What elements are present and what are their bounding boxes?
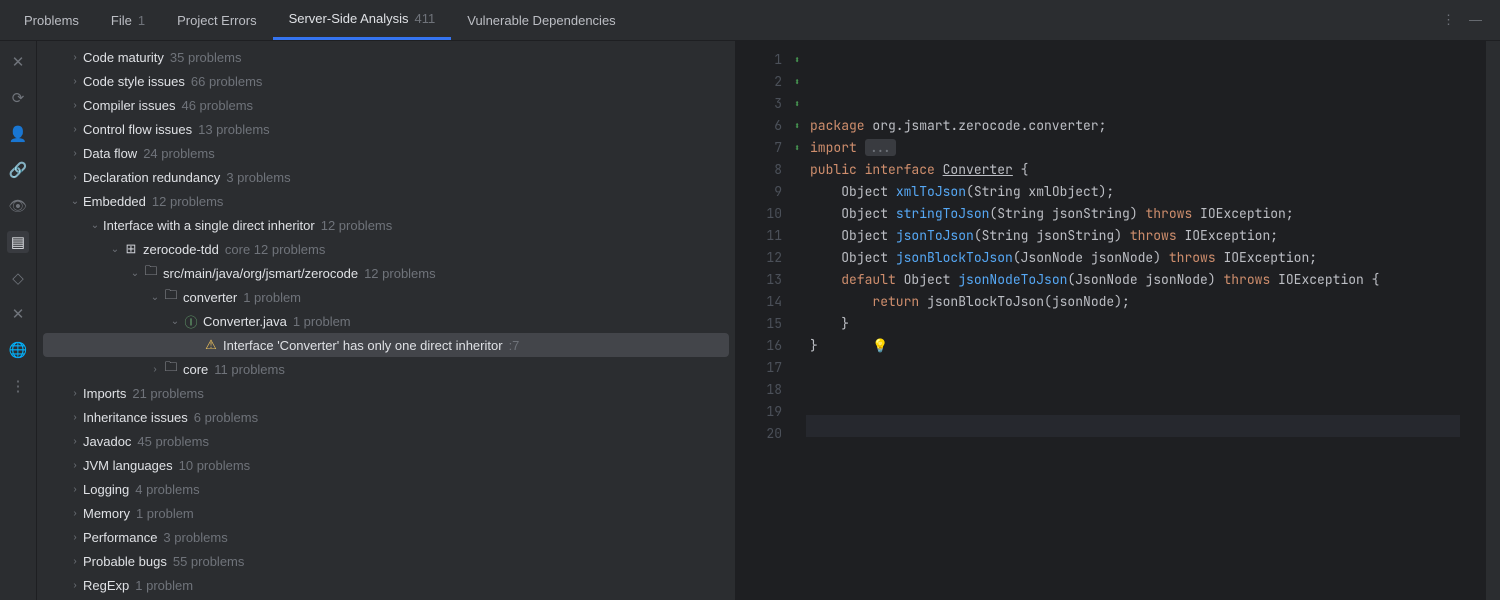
chevron-icon[interactable]: ⌄ (87, 220, 103, 231)
collapse-icon[interactable]: ✕ (7, 303, 29, 325)
tab-problems[interactable]: Problems (8, 0, 95, 40)
chevron-icon[interactable]: ⌄ (67, 196, 83, 207)
chevron-icon[interactable]: ⌄ (127, 268, 143, 279)
refresh-icon[interactable]: ⟳ (7, 87, 29, 109)
minimize-icon[interactable]: — (1469, 12, 1482, 28)
tab-vulnerable-dependencies[interactable]: Vulnerable Dependencies (451, 0, 631, 40)
chevron-icon[interactable]: › (67, 532, 83, 543)
chevron-icon[interactable]: › (67, 484, 83, 495)
person-icon[interactable]: 👤 (7, 123, 29, 145)
web-icon[interactable]: 🌐 (7, 339, 29, 361)
tool-rail: ✕ ⟳ 👤 🔗 👁 ▤ ◇ ✕ 🌐 ⋮ (0, 41, 37, 600)
tree-row[interactable]: ›Inheritance issues6 problems (37, 405, 735, 429)
tree-row[interactable]: ⌄Embedded12 problems (37, 189, 735, 213)
chevron-icon[interactable]: › (67, 388, 83, 399)
tree-row[interactable]: ⌄Interface with a single direct inherito… (37, 213, 735, 237)
kebab-icon[interactable]: ⋮ (1442, 12, 1455, 28)
tree-row[interactable]: ⌄🗀converter1 problem (37, 285, 735, 309)
tree-row[interactable]: ›Imports21 problems (37, 381, 735, 405)
tree-row[interactable]: ⌄ⒾConverter.java1 problem (37, 309, 735, 333)
tree-row[interactable]: ›Control flow issues13 problems (37, 117, 735, 141)
chevron-icon[interactable]: › (67, 580, 83, 591)
chevron-icon[interactable]: › (67, 52, 83, 63)
close-icon[interactable]: ✕ (7, 51, 29, 73)
eye-icon[interactable]: 👁 (7, 195, 29, 217)
tree-row[interactable]: ›Performance3 problems (37, 525, 735, 549)
preview-icon[interactable]: ▤ (7, 231, 29, 253)
tree-row[interactable]: ⚠Interface 'Converter' has only one dire… (43, 333, 729, 357)
chevron-icon[interactable]: › (67, 460, 83, 471)
tab-file[interactable]: File1 (95, 0, 161, 40)
code-area[interactable]: package org.jsmart.zerocode.converter;im… (806, 41, 1500, 600)
tab-server-side-analysis[interactable]: Server-Side Analysis411 (273, 0, 452, 40)
chevron-icon[interactable]: › (67, 148, 83, 159)
editor[interactable]: 12367891011121314151617181920 ⬍⬍⬍⬍⬍ pack… (736, 41, 1500, 600)
tab-bar: ProblemsFile1Project ErrorsServer-Side A… (0, 0, 1500, 41)
chevron-icon[interactable]: › (67, 556, 83, 567)
tree-row[interactable]: ›Code style issues66 problems (37, 69, 735, 93)
link-icon[interactable]: 🔗 (7, 159, 29, 181)
chevron-icon[interactable]: › (67, 100, 83, 111)
chevron-icon[interactable]: › (147, 364, 163, 375)
tree-row[interactable]: ›Code maturity35 problems (37, 45, 735, 69)
tree-row[interactable]: ›Compiler issues46 problems (37, 93, 735, 117)
tree-row[interactable]: ›RegExp1 problem (37, 573, 735, 597)
chevron-icon[interactable]: ⌄ (147, 292, 163, 303)
chevron-icon[interactable]: › (67, 436, 83, 447)
tree-row[interactable]: ⌄🗀src/main/java/org/jsmart/zerocode12 pr… (37, 261, 735, 285)
tree-row[interactable]: ›Memory1 problem (37, 501, 735, 525)
chevron-icon[interactable]: › (67, 412, 83, 423)
tree-row[interactable]: ›Declaration redundancy3 problems (37, 165, 735, 189)
tab-project-errors[interactable]: Project Errors (161, 0, 272, 40)
chevron-icon[interactable]: › (67, 124, 83, 135)
more-icon[interactable]: ⋮ (7, 375, 29, 397)
gutter: 12367891011121314151617181920 (736, 41, 788, 600)
gutter-marks: ⬍⬍⬍⬍⬍ (788, 41, 806, 600)
tree-row[interactable]: ⌄⊞zerocode-tddcore 12 problems (37, 237, 735, 261)
problems-tree[interactable]: ›Code maturity35 problems›Code style iss… (37, 41, 736, 600)
expand-icon[interactable]: ◇ (7, 267, 29, 289)
tree-row[interactable]: ›Javadoc45 problems (37, 429, 735, 453)
scrollbar[interactable] (1486, 41, 1500, 600)
chevron-icon[interactable]: ⌄ (167, 316, 183, 327)
tree-row[interactable]: ›Probable bugs55 problems (37, 549, 735, 573)
chevron-icon[interactable]: › (67, 508, 83, 519)
chevron-icon[interactable]: › (67, 172, 83, 183)
chevron-icon[interactable]: › (67, 76, 83, 87)
tree-row[interactable]: ›🗀core11 problems (37, 357, 735, 381)
chevron-icon[interactable]: ⌄ (107, 244, 123, 255)
tree-row[interactable]: ›Data flow24 problems (37, 141, 735, 165)
tree-row[interactable]: ›JVM languages10 problems (37, 453, 735, 477)
tree-row[interactable]: ›Logging4 problems (37, 477, 735, 501)
